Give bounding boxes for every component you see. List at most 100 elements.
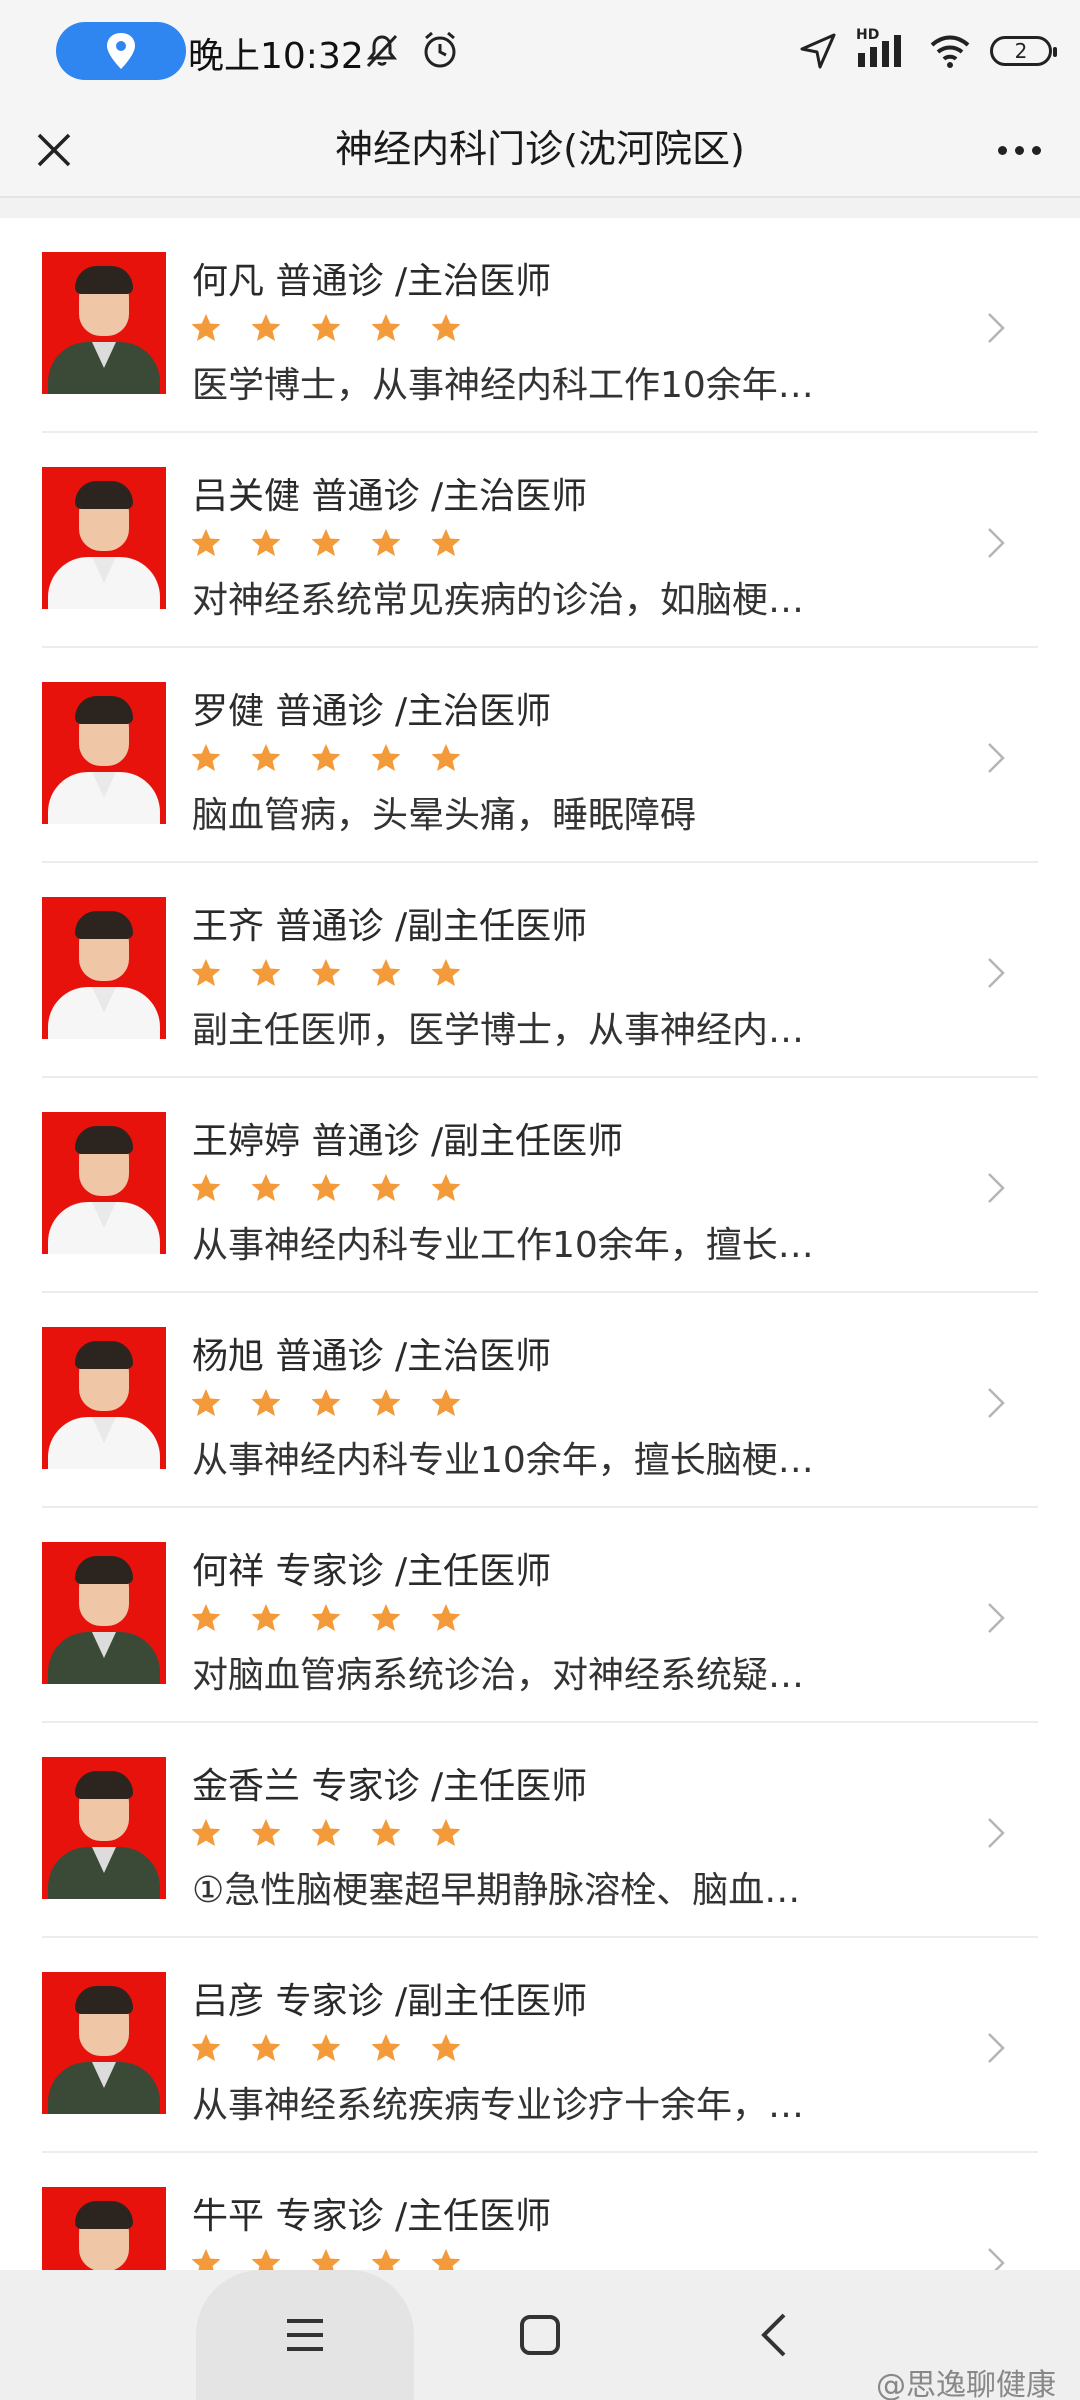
nav-back-button[interactable]	[720, 2270, 828, 2400]
star-icon	[191, 529, 221, 556]
clinic-type: 普通诊	[275, 691, 384, 732]
star-icon	[251, 2034, 281, 2061]
doctor-name: 吕关健	[192, 476, 301, 517]
battery-level: 2	[1014, 39, 1028, 63]
star-icon	[251, 1389, 281, 1416]
doctor-name-line: 吕关健 普通诊 /主治医师	[192, 467, 587, 519]
doctor-name: 何凡	[192, 261, 265, 302]
alarm-icon	[424, 31, 456, 68]
signal-icon: HD	[856, 27, 910, 71]
doctor-list-item[interactable]: 罗健 普通诊 /主治医师 脑血管病，头晕头痛，睡眠障碍	[0, 648, 1080, 863]
doctor-list-item[interactable]: 何凡 普通诊 /主治医师 医学博士，从事神经内科工作10余年…	[0, 218, 1080, 433]
location-pill[interactable]	[56, 22, 186, 80]
doctor-avatar	[42, 1972, 166, 2114]
star-icon	[311, 1174, 341, 1201]
clinic-type: 专家诊	[311, 1766, 420, 1807]
star-icon	[311, 529, 341, 556]
doctor-list-item[interactable]: 金香兰 专家诊 /主任医师 ①急性脑梗塞超早期静脉溶栓、脑血…	[0, 1723, 1080, 1938]
more-dot	[1031, 145, 1041, 155]
doctor-name-line: 王齐 普通诊 /副主任医师	[192, 897, 587, 949]
rating-stars	[190, 1602, 462, 1634]
doctor-description: 对神经系统常见疾病的诊治，如脑梗…	[192, 580, 805, 621]
doctor-description: 从事神经内科专业工作10余年，擅长…	[192, 1225, 814, 1266]
star-icon	[251, 744, 281, 771]
doctor-avatar	[42, 1542, 166, 1684]
star-icon	[431, 314, 461, 341]
doctor-list-item[interactable]: 王齐 普通诊 /副主任医师副主任医师，医学博士，从事神经内…	[0, 863, 1080, 1078]
star-icon	[431, 2249, 461, 2270]
doctor-title: /主任医师	[394, 1551, 552, 1592]
doctor-description: 副主任医师，医学博士，从事神经内…	[192, 1010, 805, 1051]
star-icon	[191, 2034, 221, 2061]
status-time: 晚上10:32	[188, 36, 364, 77]
doctor-name-line: 金香兰 专家诊 /主任医师	[192, 1757, 587, 1809]
menu-icon	[287, 2319, 323, 2351]
star-icon	[371, 744, 401, 771]
doctor-name-line: 何祥 专家诊 /主任医师	[192, 1542, 551, 1594]
doctor-name: 王婷婷	[192, 1121, 301, 1162]
star-icon	[251, 1174, 281, 1201]
doctor-title: /主治医师	[430, 476, 588, 517]
star-icon	[191, 314, 221, 341]
doctor-description: 对脑血管病系统诊治，对神经系统疑…	[192, 1655, 805, 1696]
home-square-icon	[520, 2315, 560, 2355]
chevron-right-icon	[988, 528, 1005, 558]
doctor-list-item[interactable]: 牛平 专家诊 /主任医师	[0, 2153, 1080, 2270]
star-icon	[371, 1174, 401, 1201]
star-icon	[371, 1389, 401, 1416]
doctor-title: /主治医师	[394, 261, 552, 302]
doctor-avatar	[42, 897, 166, 1039]
star-icon	[251, 1819, 281, 1846]
wifi-icon	[930, 35, 970, 68]
doctor-avatar	[42, 1112, 166, 1254]
clinic-type: 专家诊	[275, 1981, 384, 2022]
doctor-list-item[interactable]: 何祥 专家诊 /主任医师对脑血管病系统诊治，对神经系统疑…	[0, 1508, 1080, 1723]
doctor-list-item[interactable]: 杨旭 普通诊 /主治医师 从事神经内科专业10余年，擅长脑梗…	[0, 1293, 1080, 1508]
chevron-right-icon	[988, 958, 1005, 988]
doctor-list-item[interactable]: 王婷婷 普通诊 /副主任医师 从事神经内科专业工作10余年，擅长…	[0, 1078, 1080, 1293]
doctor-name: 牛平	[192, 2196, 265, 2237]
star-icon	[431, 2034, 461, 2061]
doctor-avatar	[42, 682, 166, 824]
doctor-name: 罗健	[192, 691, 265, 732]
doctor-list[interactable]: 何凡 普通诊 /主治医师 医学博士，从事神经内科工作10余年… 吕关健 普通诊 /主…	[0, 218, 1080, 2270]
chevron-right-icon	[988, 2033, 1005, 2063]
doctor-description: ①急性脑梗塞超早期静脉溶栓、脑血…	[192, 1870, 801, 1911]
star-icon	[311, 744, 341, 771]
doctor-name: 金香兰	[192, 1766, 301, 1807]
star-icon	[191, 2249, 221, 2270]
more-dot	[997, 145, 1007, 155]
doctor-title: /主任医师	[394, 2196, 552, 2237]
star-icon	[371, 959, 401, 986]
rating-stars	[190, 527, 462, 559]
star-icon	[371, 314, 401, 341]
doctor-title: /副主任医师	[394, 906, 588, 947]
star-icon	[371, 2249, 401, 2270]
star-icon	[371, 529, 401, 556]
doctor-name-line: 何凡 普通诊 /主治医师	[192, 252, 551, 304]
watermark: @思逸聊健康	[876, 2368, 1056, 2400]
nav-menu-button[interactable]	[196, 2270, 414, 2400]
more-button[interactable]	[984, 120, 1054, 180]
doctor-avatar	[42, 1757, 166, 1899]
star-icon	[251, 1604, 281, 1631]
page-title: 神经内科门诊(沈河院区)	[335, 127, 745, 171]
star-icon	[371, 1819, 401, 1846]
navigation-arrow-icon	[800, 33, 836, 69]
doctor-list-item[interactable]: 吕关健 普通诊 /主治医师对神经系统常见疾病的诊治，如脑梗…	[0, 433, 1080, 648]
clinic-type: 专家诊	[275, 2196, 384, 2237]
chevron-right-icon	[988, 1173, 1005, 1203]
doctor-title: /主任医师	[430, 1766, 588, 1807]
doctor-list-item[interactable]: 吕彦 专家诊 /副主任医师 从事神经系统疾病专业诊疗十余年，…	[0, 1938, 1080, 2153]
rating-stars	[190, 1387, 462, 1419]
rating-stars	[190, 957, 462, 989]
nav-home-button[interactable]	[486, 2270, 594, 2400]
star-icon	[431, 1174, 461, 1201]
status-bar: 晚上10:32 HD 2	[0, 0, 1080, 102]
doctor-avatar	[42, 2187, 166, 2270]
doctor-name-line: 罗健 普通诊 /主治医师	[192, 682, 551, 734]
clinic-type: 专家诊	[275, 1551, 384, 1592]
star-icon	[311, 2034, 341, 2061]
doctor-title: /副主任医师	[430, 1121, 624, 1162]
star-icon	[431, 1389, 461, 1416]
